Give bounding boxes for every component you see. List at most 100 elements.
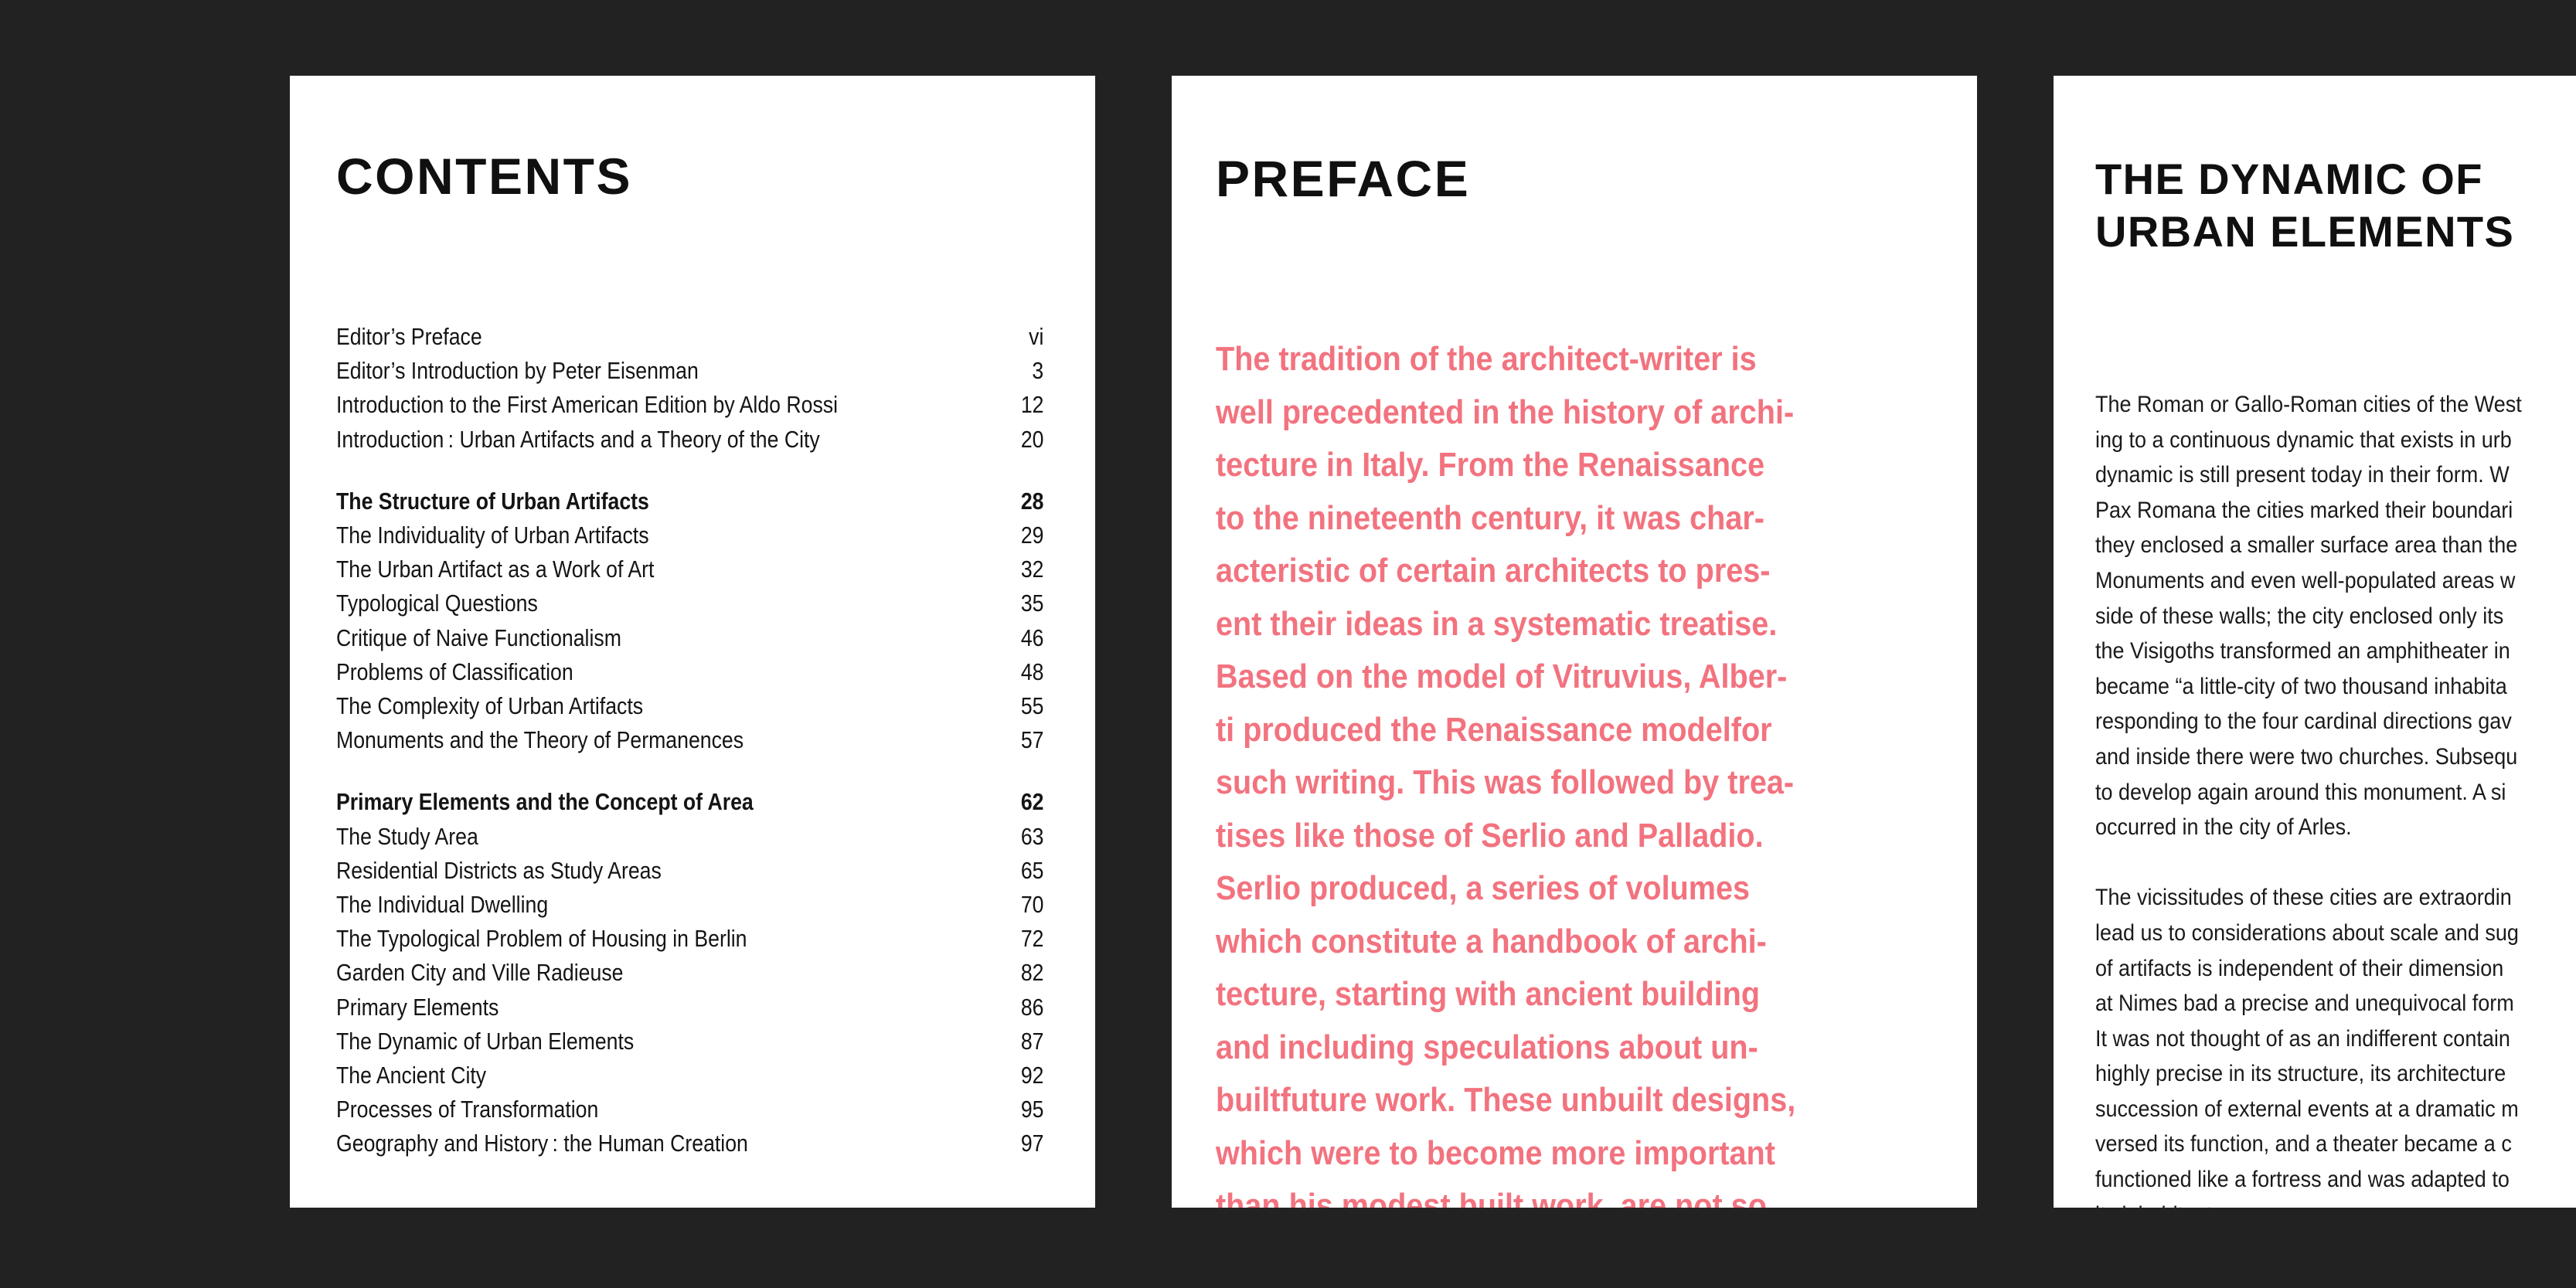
- preface-line: ti produced the Renaissance modelfor: [1216, 710, 1772, 749]
- toc-entry-title: Critique of Naive Functionalism: [336, 624, 621, 651]
- toc-row[interactable]: Processes of Transformation 95: [336, 1093, 1043, 1127]
- dynamic-body-line: highly precise in its structure, its arc…: [2095, 1061, 2506, 1087]
- dynamic-body-line: The vicissitudes of these cities are ext…: [2095, 885, 2512, 911]
- preface-line: and including speculations about un-: [1216, 1028, 1758, 1066]
- toc-entry-title: The Ancient City: [336, 1062, 487, 1089]
- toc-entry-page-number: 72: [1020, 925, 1043, 953]
- toc-section-row[interactable]: The Structure of Urban Artifacts 28: [336, 484, 1043, 518]
- toc-entry-title: Geography and History : the Human Creati…: [336, 1130, 748, 1157]
- preface-line: ent their ideas in a systematic treatise…: [1216, 604, 1778, 643]
- page-card-dynamic-of-urban-elements: THE DYNAMIC OF URBAN ELEMENTS The Roman o…: [2054, 76, 2576, 1208]
- toc-entry-title: Monuments and the Theory of Permanences: [336, 726, 744, 754]
- toc-entry-page-number: 92: [1020, 1062, 1043, 1089]
- dynamic-body-line: they enclosed a smaller surface area tha…: [2095, 532, 2518, 559]
- toc-entry-title: The Study Area: [336, 822, 478, 850]
- preface-body-text: The tradition of the architect-writer is…: [1216, 333, 1938, 1208]
- toc-group: The Structure of Urban Artifacts 28 The In…: [336, 484, 1043, 758]
- toc-row[interactable]: The Dynamic of Urban Elements 87: [336, 1025, 1043, 1059]
- toc-row[interactable]: Geography and History : the Human Creati…: [336, 1127, 1043, 1161]
- preface-line: which were to become more important: [1216, 1133, 1775, 1172]
- dynamic-body-line: at Nimes bad a precise and unequivocal f…: [2095, 991, 2514, 1017]
- toc-row[interactable]: The Urban Artifact as a Work of Art 32: [336, 552, 1043, 586]
- dynamic-body-line: its inhabitants.: [2095, 1198, 2576, 1208]
- dynamic-body-line: of artifacts is independent of their dim…: [2095, 955, 2504, 981]
- toc-entry-page-number: 82: [1020, 959, 1043, 987]
- toc-row[interactable]: Editor’s Preface vi: [336, 320, 1043, 354]
- toc-entry-title: The Dynamic of Urban Elements: [336, 1027, 635, 1055]
- dynamic-body-line: and inside there were two churches. Subs…: [2095, 743, 2518, 770]
- dynamic-body-line: Pax Romana the cities marked their bound…: [2095, 497, 2513, 523]
- toc-row[interactable]: Garden City and Ville Radieuse 82: [336, 956, 1043, 990]
- toc-entry-title: The Individuality of Urban Artifacts: [336, 522, 649, 549]
- preface-line: Based on the model of Vitruvius, Alber-: [1216, 658, 1788, 695]
- table-of-contents: Editor’s Preface vi Editor’s Introduction …: [336, 320, 1043, 1161]
- toc-row[interactable]: The Complexity of Urban Artifacts 55: [336, 689, 1043, 723]
- dynamic-body-line: functioned like a fortress and was adapt…: [2095, 1167, 2510, 1193]
- toc-row[interactable]: Primary Elements 86: [336, 991, 1043, 1025]
- toc-entry-title: The Urban Artifact as a Work of Art: [336, 556, 655, 583]
- toc-entry-title: The Complexity of Urban Artifacts: [336, 692, 644, 720]
- toc-entry-page-number: vi: [1028, 323, 1043, 350]
- page-card-contents: CONTENTS Editor’s Preface vi Editor’s Intr…: [290, 76, 1095, 1208]
- toc-row[interactable]: The Ancient City 92: [336, 1059, 1043, 1093]
- dynamic-body-line: responding to the four cardinal directio…: [2095, 709, 2512, 735]
- dynamic-body-text: The Roman or Gallo-Roman cities of the W…: [2095, 387, 2576, 1208]
- toc-group: Primary Elements and the Concept of Area…: [336, 785, 1043, 1161]
- preface-line: such writing. This was followed by trea-: [1216, 763, 1795, 801]
- toc-row[interactable]: Problems of Classification 48: [336, 655, 1043, 689]
- preface-line: tecture in Italy. From the Renaissance: [1216, 446, 1765, 484]
- toc-section-row[interactable]: Primary Elements and the Concept of Area…: [336, 785, 1043, 819]
- toc-entry-title: Primary Elements: [336, 993, 499, 1021]
- toc-entry-page-number: 95: [1020, 1096, 1043, 1123]
- dynamic-body-line: lead us to considerations about scale an…: [2095, 919, 2519, 946]
- preface-line: to the nineteenth century, it was char-: [1216, 498, 1764, 537]
- toc-entry-title: Introduction to the First American Editi…: [336, 391, 839, 419]
- toc-row[interactable]: Typological Questions 35: [336, 586, 1043, 620]
- toc-entry-page-number: 63: [1020, 822, 1043, 850]
- toc-entry-page-number: 28: [1020, 487, 1043, 515]
- page-title-dynamic-of-urban-elements: THE DYNAMIC OF URBAN ELEMENTS: [2095, 153, 2514, 259]
- toc-entry-page-number: 35: [1020, 590, 1043, 617]
- toc-entry-title: Introduction : Urban Artifacts and a The…: [336, 425, 820, 453]
- preface-line: tises like those of Serlio and Palladio.: [1216, 816, 1764, 855]
- preface-line: tecture, starting with ancient building: [1216, 975, 1761, 1013]
- dynamic-body-line: ing to a continuous dynamic that exists …: [2095, 427, 2512, 453]
- toc-entry-title: Primary Elements and the Concept of Area: [336, 788, 754, 816]
- toc-entry-page-number: 70: [1020, 891, 1043, 919]
- dynamic-body-line: It was not thought of as an indifferent …: [2095, 1025, 2510, 1052]
- toc-entry-page-number: 87: [1020, 1027, 1043, 1055]
- dynamic-body-line: the Visigoths transformed an amphitheate…: [2095, 638, 2510, 664]
- toc-entry-title: Editor’s Preface: [336, 323, 482, 350]
- toc-entry-title: Residential Districts as Study Areas: [336, 856, 662, 884]
- toc-entry-page-number: 46: [1020, 624, 1043, 651]
- toc-entry-page-number: 29: [1020, 522, 1043, 549]
- preface-line: than his modest built work, are not so: [1216, 1187, 1767, 1208]
- toc-entry-title: Typological Questions: [336, 590, 538, 617]
- toc-row[interactable]: The Individual Dwelling 70: [336, 888, 1043, 922]
- toc-row[interactable]: Monuments and the Theory of Permanences 5…: [336, 723, 1043, 757]
- preface-line: builtfuture work. These unbuilt designs,: [1216, 1081, 1796, 1119]
- toc-row[interactable]: Introduction to the First American Editi…: [336, 388, 1043, 422]
- toc-entry-page-number: 65: [1020, 856, 1043, 884]
- preface-line: which constitute a handbook of archi-: [1216, 922, 1767, 960]
- toc-entry-page-number: 3: [1032, 357, 1043, 385]
- dynamic-title-line: URBAN ELEMENTS: [2095, 207, 2515, 257]
- toc-row[interactable]: The Individuality of Urban Artifacts 29: [336, 518, 1043, 552]
- page-card-preface: PREFACE The tradition of the architect-w…: [1172, 76, 1977, 1208]
- toc-row[interactable]: Introduction : Urban Artifacts and a The…: [336, 423, 1043, 457]
- toc-row[interactable]: The Study Area 63: [336, 820, 1043, 854]
- toc-row[interactable]: Critique of Naive Functionalism 46: [336, 621, 1043, 655]
- toc-entry-page-number: 97: [1020, 1130, 1043, 1157]
- dynamic-body-line: to develop again around this monument. A…: [2095, 779, 2506, 805]
- toc-row[interactable]: Residential Districts as Study Areas 65: [336, 854, 1043, 888]
- preface-line: acteristic of certain architects to pres…: [1216, 552, 1771, 590]
- toc-entry-page-number: 57: [1020, 726, 1043, 754]
- dynamic-title-line: THE DYNAMIC OF: [2095, 155, 2483, 203]
- toc-row[interactable]: The Typological Problem of Housing in Be…: [336, 922, 1043, 956]
- toc-row[interactable]: Editor’s Introduction by Peter Eisenman 3: [336, 354, 1043, 388]
- toc-entry-title: The Individual Dwelling: [336, 891, 549, 919]
- dynamic-body-line: The Roman or Gallo-Roman cities of the W…: [2095, 392, 2522, 417]
- toc-entry-page-number: 55: [1020, 692, 1043, 720]
- toc-entry-title: Editor’s Introduction by Peter Eisenman: [336, 357, 699, 385]
